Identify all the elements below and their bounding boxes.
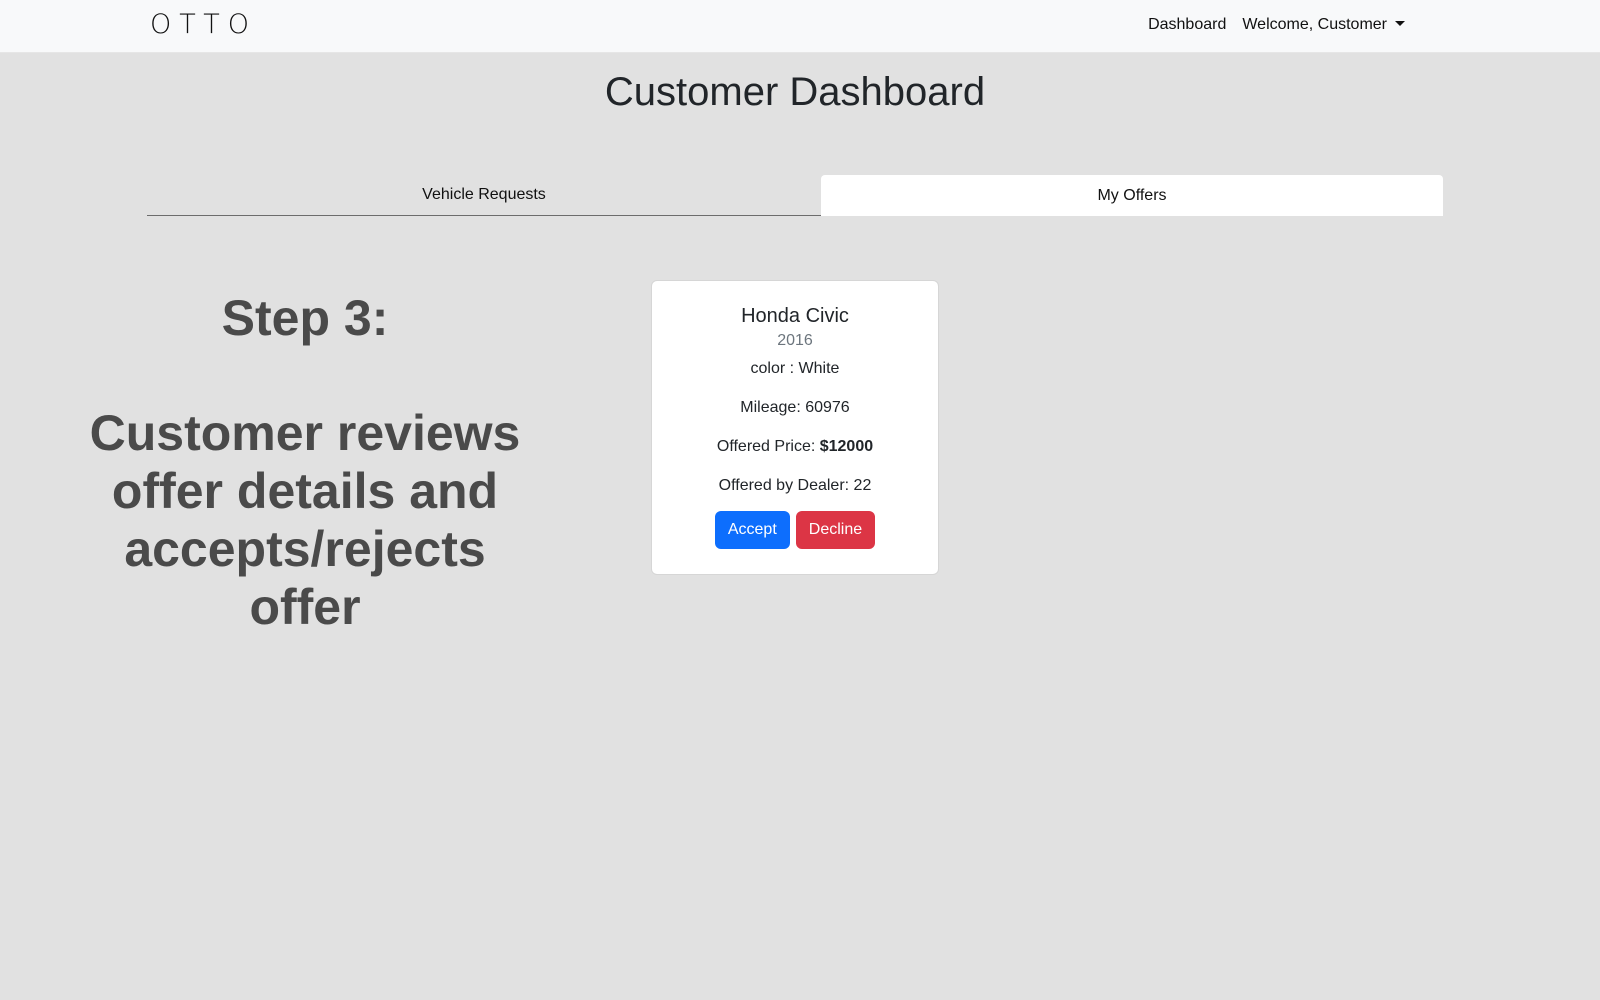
tab-vehicle-requests[interactable]: Vehicle Requests <box>147 175 821 216</box>
color-value: White <box>798 360 840 377</box>
tab-my-offers[interactable]: My Offers <box>821 175 1443 216</box>
dealer-label: Offered by Dealer: <box>718 477 854 494</box>
nav-dashboard-link[interactable]: Dashboard <box>1148 16 1226 34</box>
accept-button[interactable]: Accept <box>714 511 790 549</box>
color-label: color : <box>750 360 799 377</box>
nav-links: Dashboard Welcome, Customer <box>1148 16 1405 34</box>
price-value: $12000 <box>819 438 874 455</box>
step-title: Step 3: <box>221 290 389 346</box>
price-label: Offered Price: <box>716 438 820 455</box>
vehicle-mileage: Mileage: 60976 <box>652 399 938 417</box>
vehicle-color: color : White <box>652 360 938 378</box>
offer-card: Honda Civic 2016 color : White Mileage: … <box>651 280 939 575</box>
brand-logo[interactable]: OTTO <box>150 9 257 40</box>
vehicle-title: Honda Civic <box>741 305 849 327</box>
mileage-label: Mileage: <box>740 399 806 416</box>
user-menu-label: Welcome, Customer <box>1242 16 1387 33</box>
top-navbar: OTTO Dashboard Welcome, Customer <box>0 0 1600 53</box>
mileage-value: 60976 <box>805 399 850 416</box>
decline-button[interactable]: Decline <box>795 511 876 549</box>
vehicle-year: 2016 <box>777 332 813 349</box>
dashboard-tabs: Vehicle Requests My Offers <box>147 175 1443 216</box>
offer-actions: Accept Decline <box>652 511 938 549</box>
user-menu-dropdown[interactable]: Welcome, Customer <box>1242 16 1405 34</box>
offered-by-dealer: Offered by Dealer: 22 <box>652 477 938 495</box>
caret-down-icon <box>1395 21 1405 26</box>
page-title: Customer Dashboard <box>604 70 986 114</box>
dealer-value: 22 <box>853 477 872 494</box>
step-description: Customer reviews offer details and accep… <box>89 405 521 635</box>
step-annotation: Step 3: Customer reviews offer details a… <box>80 288 530 636</box>
offered-price: Offered Price: $12000 <box>652 438 938 456</box>
